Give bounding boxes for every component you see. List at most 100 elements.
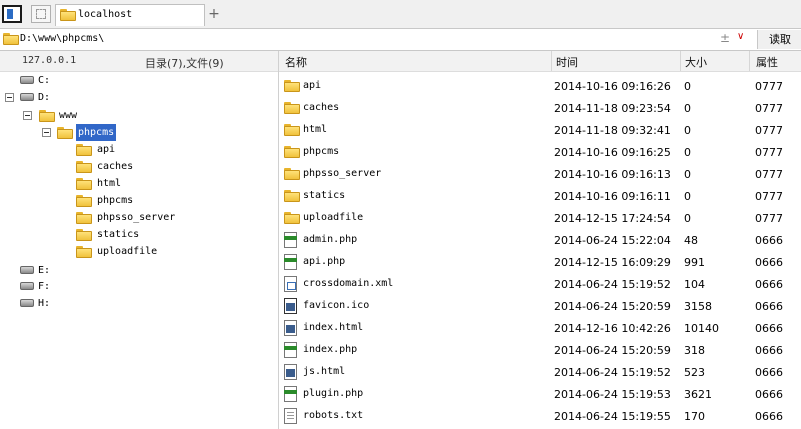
tree-drive-c[interactable]: C:: [0, 72, 200, 89]
path-input[interactable]: D:\www\phpcms\: [20, 33, 104, 44]
tree-label: phpsso_server: [97, 212, 176, 223]
file-name: plugin.php: [303, 388, 364, 399]
file-time: 2014-06-24 15:19:52: [554, 366, 671, 379]
drive-icon: [20, 282, 34, 290]
file-attr: 0777: [755, 190, 783, 203]
tree-label: C:: [38, 75, 51, 86]
file-attr: 0666: [755, 410, 783, 423]
file-attr: 0777: [755, 102, 783, 115]
file-name: api.php: [303, 256, 346, 267]
collapse-icon[interactable]: [5, 93, 14, 102]
file-name: index.html: [303, 322, 364, 333]
folder-icon: [76, 178, 92, 190]
plusminus-icon[interactable]: ±: [720, 31, 730, 45]
file-attr: 0666: [755, 278, 783, 291]
tree-folder-phpcms[interactable]: phpcms: [0, 124, 200, 141]
file-row[interactable]: robots.txt 2014-06-24 15:19:55 170 0666: [279, 405, 801, 427]
file-row[interactable]: caches 2014-11-18 09:23:54 0 0777: [279, 97, 801, 119]
file-row[interactable]: api.php 2014-12-15 16:09:29 991 0666: [279, 251, 801, 273]
tree-folder-html[interactable]: html: [0, 175, 200, 192]
tree-label: D:: [38, 92, 51, 103]
column-time[interactable]: 时间: [556, 54, 578, 70]
file-time: 2014-06-24 15:19:52: [554, 278, 671, 291]
file-attr: 0666: [755, 388, 783, 401]
file-row[interactable]: admin.php 2014-06-24 15:22:04 48 0666: [279, 229, 801, 251]
file-row[interactable]: js.html 2014-06-24 15:19:52 523 0666: [279, 361, 801, 383]
file-size: 10140: [684, 322, 719, 335]
file-row[interactable]: index.html 2014-12-16 10:42:26 10140 0666: [279, 317, 801, 339]
tree-label-selected: phpcms: [76, 124, 117, 141]
tree-folder-caches[interactable]: caches: [0, 158, 200, 175]
column-divider[interactable]: [680, 51, 681, 71]
file-time: 2014-06-24 15:19:55: [554, 410, 671, 423]
column-divider[interactable]: [749, 51, 750, 71]
file-row[interactable]: favicon.ico 2014-06-24 15:20:59 3158 0666: [279, 295, 801, 317]
tree-folder-phpcms[interactable]: phpcms: [0, 192, 200, 209]
file-row[interactable]: phpsso_server 2014-10-16 09:16:13 0 0777: [279, 163, 801, 185]
folder-icon: [284, 80, 300, 92]
file-size: 523: [684, 366, 705, 379]
column-divider[interactable]: [551, 51, 552, 71]
file-row[interactable]: api 2014-10-16 09:16:26 0 0777: [279, 75, 801, 97]
folder-icon: [284, 124, 300, 136]
add-tab-button[interactable]: +: [207, 5, 221, 23]
file-name: index.php: [303, 344, 358, 355]
file-name: html: [303, 124, 328, 135]
file-row[interactable]: plugin.php 2014-06-24 15:19:53 3621 0666: [279, 383, 801, 405]
tab-localhost[interactable]: localhost: [55, 4, 205, 26]
drive-icon: [20, 266, 34, 274]
host-address: 127.0.0.1: [22, 55, 77, 66]
tree-drive-h[interactable]: H:: [0, 295, 200, 312]
file-time: 2014-10-16 09:16:13: [554, 168, 671, 181]
php-file-icon: [284, 342, 297, 358]
folder-icon: [76, 161, 92, 173]
file-time: 2014-11-18 09:32:41: [554, 124, 671, 137]
tree-drive-e[interactable]: E:: [0, 262, 200, 279]
file-row[interactable]: statics 2014-10-16 09:16:11 0 0777: [279, 185, 801, 207]
file-size: 0: [684, 190, 691, 203]
file-size: 0: [684, 168, 691, 181]
file-row[interactable]: html 2014-11-18 09:32:41 0 0777: [279, 119, 801, 141]
file-row[interactable]: index.php 2014-06-24 15:20:59 318 0666: [279, 339, 801, 361]
tree-folder-www[interactable]: www: [0, 107, 200, 124]
tree-label: F:: [38, 281, 51, 292]
tree-drive-f[interactable]: F:: [0, 278, 200, 295]
file-row[interactable]: crossdomain.xml 2014-06-24 15:19:52 104 066…: [279, 273, 801, 295]
read-button[interactable]: 读取: [757, 30, 801, 49]
collapse-icon[interactable]: [42, 128, 51, 137]
file-name: admin.php: [303, 234, 358, 245]
file-attr: 0777: [755, 124, 783, 137]
php-file-icon: [284, 232, 297, 248]
folder-icon: [284, 146, 300, 158]
new-window-button[interactable]: [31, 5, 51, 23]
file-size: 0: [684, 124, 691, 137]
file-row[interactable]: uploadfile 2014-12-15 17:24:54 0 0777: [279, 207, 801, 229]
tree-folder-uploadfile[interactable]: uploadfile: [0, 243, 200, 260]
tree-folder-phpsso-server[interactable]: phpsso_server: [0, 209, 200, 226]
column-size[interactable]: 大小: [685, 54, 707, 70]
dropdown-icon[interactable]: ∨: [737, 31, 744, 42]
file-time: 2014-06-24 15:22:04: [554, 234, 671, 247]
file-time: 2014-11-18 09:23:54: [554, 102, 671, 115]
panel-toggle-button[interactable]: [2, 5, 22, 23]
tree-label: uploadfile: [97, 246, 158, 257]
column-attr[interactable]: 属性: [756, 54, 778, 70]
drive-icon: [20, 76, 34, 84]
collapse-icon[interactable]: [23, 111, 32, 120]
file-name: api: [303, 80, 322, 91]
file-attr: 0777: [755, 168, 783, 181]
file-name: phpsso_server: [303, 168, 382, 179]
tab-bar: localhost +: [0, 0, 801, 29]
tree-label: statics: [97, 229, 140, 240]
file-row[interactable]: phpcms 2014-10-16 09:16:25 0 0777: [279, 141, 801, 163]
file-size: 3621: [684, 388, 712, 401]
file-size: 0: [684, 146, 691, 159]
file-attr: 0666: [755, 234, 783, 247]
tree-drive-d[interactable]: D:: [0, 89, 200, 106]
tree-folder-statics[interactable]: statics: [0, 226, 200, 243]
ico-file-icon: [284, 298, 297, 314]
tree-folder-api[interactable]: api: [0, 141, 200, 158]
column-name[interactable]: 名称: [285, 54, 307, 70]
folder-icon: [76, 144, 92, 156]
php-file-icon: [284, 386, 297, 402]
